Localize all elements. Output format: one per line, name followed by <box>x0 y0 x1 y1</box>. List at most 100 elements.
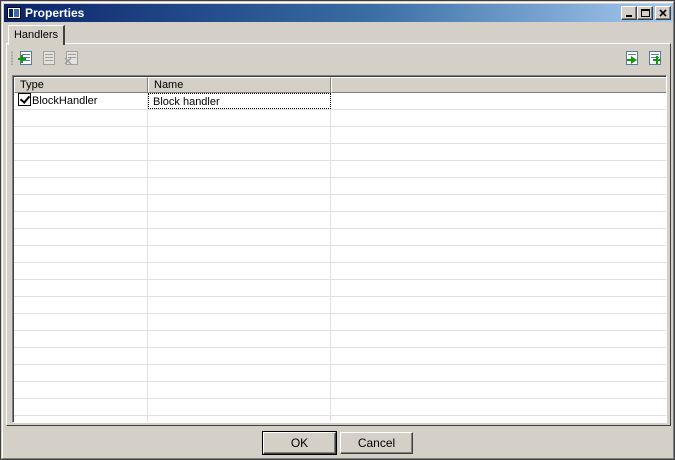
close-button[interactable] <box>655 6 671 20</box>
empty-row[interactable] <box>14 263 666 280</box>
empty-cell[interactable] <box>14 263 148 279</box>
empty-row[interactable] <box>14 382 666 399</box>
empty-cell[interactable] <box>14 212 148 228</box>
properties-button[interactable] <box>41 50 57 66</box>
type-cell[interactable]: BlockHandler <box>14 93 148 109</box>
empty-cell[interactable] <box>331 382 666 398</box>
title-bar[interactable]: Properties <box>4 4 673 22</box>
empty-cell[interactable] <box>331 144 666 160</box>
empty-cell[interactable] <box>14 331 148 347</box>
empty-row[interactable] <box>14 144 666 161</box>
empty-cell[interactable] <box>331 331 666 347</box>
empty-row[interactable] <box>14 348 666 365</box>
empty-cell[interactable] <box>14 195 148 211</box>
empty-cell[interactable] <box>14 382 148 398</box>
empty-row[interactable] <box>14 365 666 382</box>
empty-cell[interactable] <box>331 178 666 194</box>
empty-cell[interactable] <box>331 297 666 313</box>
maximize-button[interactable] <box>637 6 653 20</box>
empty-cell[interactable] <box>148 382 331 398</box>
export-button[interactable] <box>624 50 640 66</box>
handler-name: Block handler <box>153 96 220 108</box>
add-row-button[interactable] <box>647 50 663 66</box>
empty-cell[interactable] <box>14 144 148 160</box>
empty-cell[interactable] <box>148 314 331 330</box>
column-header-name[interactable]: Name <box>148 77 331 93</box>
empty-row[interactable] <box>14 195 666 212</box>
extra-cell[interactable] <box>331 93 666 109</box>
empty-row[interactable] <box>14 229 666 246</box>
empty-cell[interactable] <box>331 127 666 143</box>
empty-cell[interactable] <box>331 229 666 245</box>
column-header-type[interactable]: Type <box>14 77 148 93</box>
empty-cell[interactable] <box>331 195 666 211</box>
empty-cell[interactable] <box>14 246 148 262</box>
empty-cell[interactable] <box>148 161 331 177</box>
empty-row[interactable] <box>14 399 666 416</box>
empty-cell[interactable] <box>331 246 666 262</box>
empty-row[interactable] <box>14 314 666 331</box>
empty-cell[interactable] <box>148 110 331 126</box>
empty-row[interactable] <box>14 212 666 229</box>
empty-cell[interactable] <box>331 161 666 177</box>
empty-cell[interactable] <box>331 314 666 330</box>
empty-cell[interactable] <box>14 127 148 143</box>
delete-button[interactable] <box>64 50 80 66</box>
empty-cell[interactable] <box>14 178 148 194</box>
empty-cell[interactable] <box>148 178 331 194</box>
empty-cell[interactable] <box>148 331 331 347</box>
empty-row[interactable] <box>14 297 666 314</box>
empty-cell[interactable] <box>148 297 331 313</box>
empty-row[interactable] <box>14 416 666 422</box>
empty-cell[interactable] <box>148 280 331 296</box>
empty-cell[interactable] <box>331 348 666 364</box>
empty-cell[interactable] <box>14 297 148 313</box>
empty-cell[interactable] <box>14 416 148 422</box>
empty-cell[interactable] <box>148 144 331 160</box>
empty-cell[interactable] <box>14 399 148 415</box>
empty-cell[interactable] <box>331 263 666 279</box>
empty-cell[interactable] <box>14 365 148 381</box>
minimize-button[interactable] <box>621 6 637 20</box>
empty-row[interactable] <box>14 127 666 144</box>
empty-cell[interactable] <box>331 212 666 228</box>
column-header-extra[interactable] <box>331 77 666 93</box>
cancel-button[interactable]: Cancel <box>340 432 413 454</box>
empty-cell[interactable] <box>148 399 331 415</box>
empty-cell[interactable] <box>148 348 331 364</box>
empty-cell[interactable] <box>331 110 666 126</box>
toolbar-grip-icon[interactable] <box>11 51 13 65</box>
empty-row[interactable] <box>14 246 666 263</box>
ok-button[interactable]: OK <box>262 431 337 455</box>
enabled-checkbox[interactable] <box>18 93 31 106</box>
empty-cell[interactable] <box>148 195 331 211</box>
empty-row[interactable] <box>14 110 666 127</box>
empty-row[interactable] <box>14 161 666 178</box>
empty-cell[interactable] <box>331 416 666 422</box>
tab-handlers[interactable]: Handlers <box>8 25 65 45</box>
empty-cell[interactable] <box>14 314 148 330</box>
empty-cell[interactable] <box>331 365 666 381</box>
empty-cell[interactable] <box>148 246 331 262</box>
empty-cell[interactable] <box>148 127 331 143</box>
empty-cell[interactable] <box>14 161 148 177</box>
add-handler-button[interactable] <box>18 50 34 66</box>
empty-row[interactable] <box>14 178 666 195</box>
empty-cell[interactable] <box>148 365 331 381</box>
empty-row[interactable] <box>14 280 666 297</box>
handlers-grid: Type Name BlockHandler Block handler <box>12 75 667 423</box>
empty-cell[interactable] <box>148 416 331 422</box>
grid-header: Type Name <box>14 77 666 93</box>
empty-row[interactable] <box>14 331 666 348</box>
empty-cell[interactable] <box>148 263 331 279</box>
empty-cell[interactable] <box>148 212 331 228</box>
empty-cell[interactable] <box>331 399 666 415</box>
empty-cell[interactable] <box>14 280 148 296</box>
empty-cell[interactable] <box>148 229 331 245</box>
empty-cell[interactable] <box>14 229 148 245</box>
empty-cell[interactable] <box>331 280 666 296</box>
name-cell[interactable]: Block handler <box>148 93 331 109</box>
table-row[interactable]: BlockHandler Block handler <box>14 93 666 110</box>
empty-cell[interactable] <box>14 110 148 126</box>
empty-cell[interactable] <box>14 348 148 364</box>
